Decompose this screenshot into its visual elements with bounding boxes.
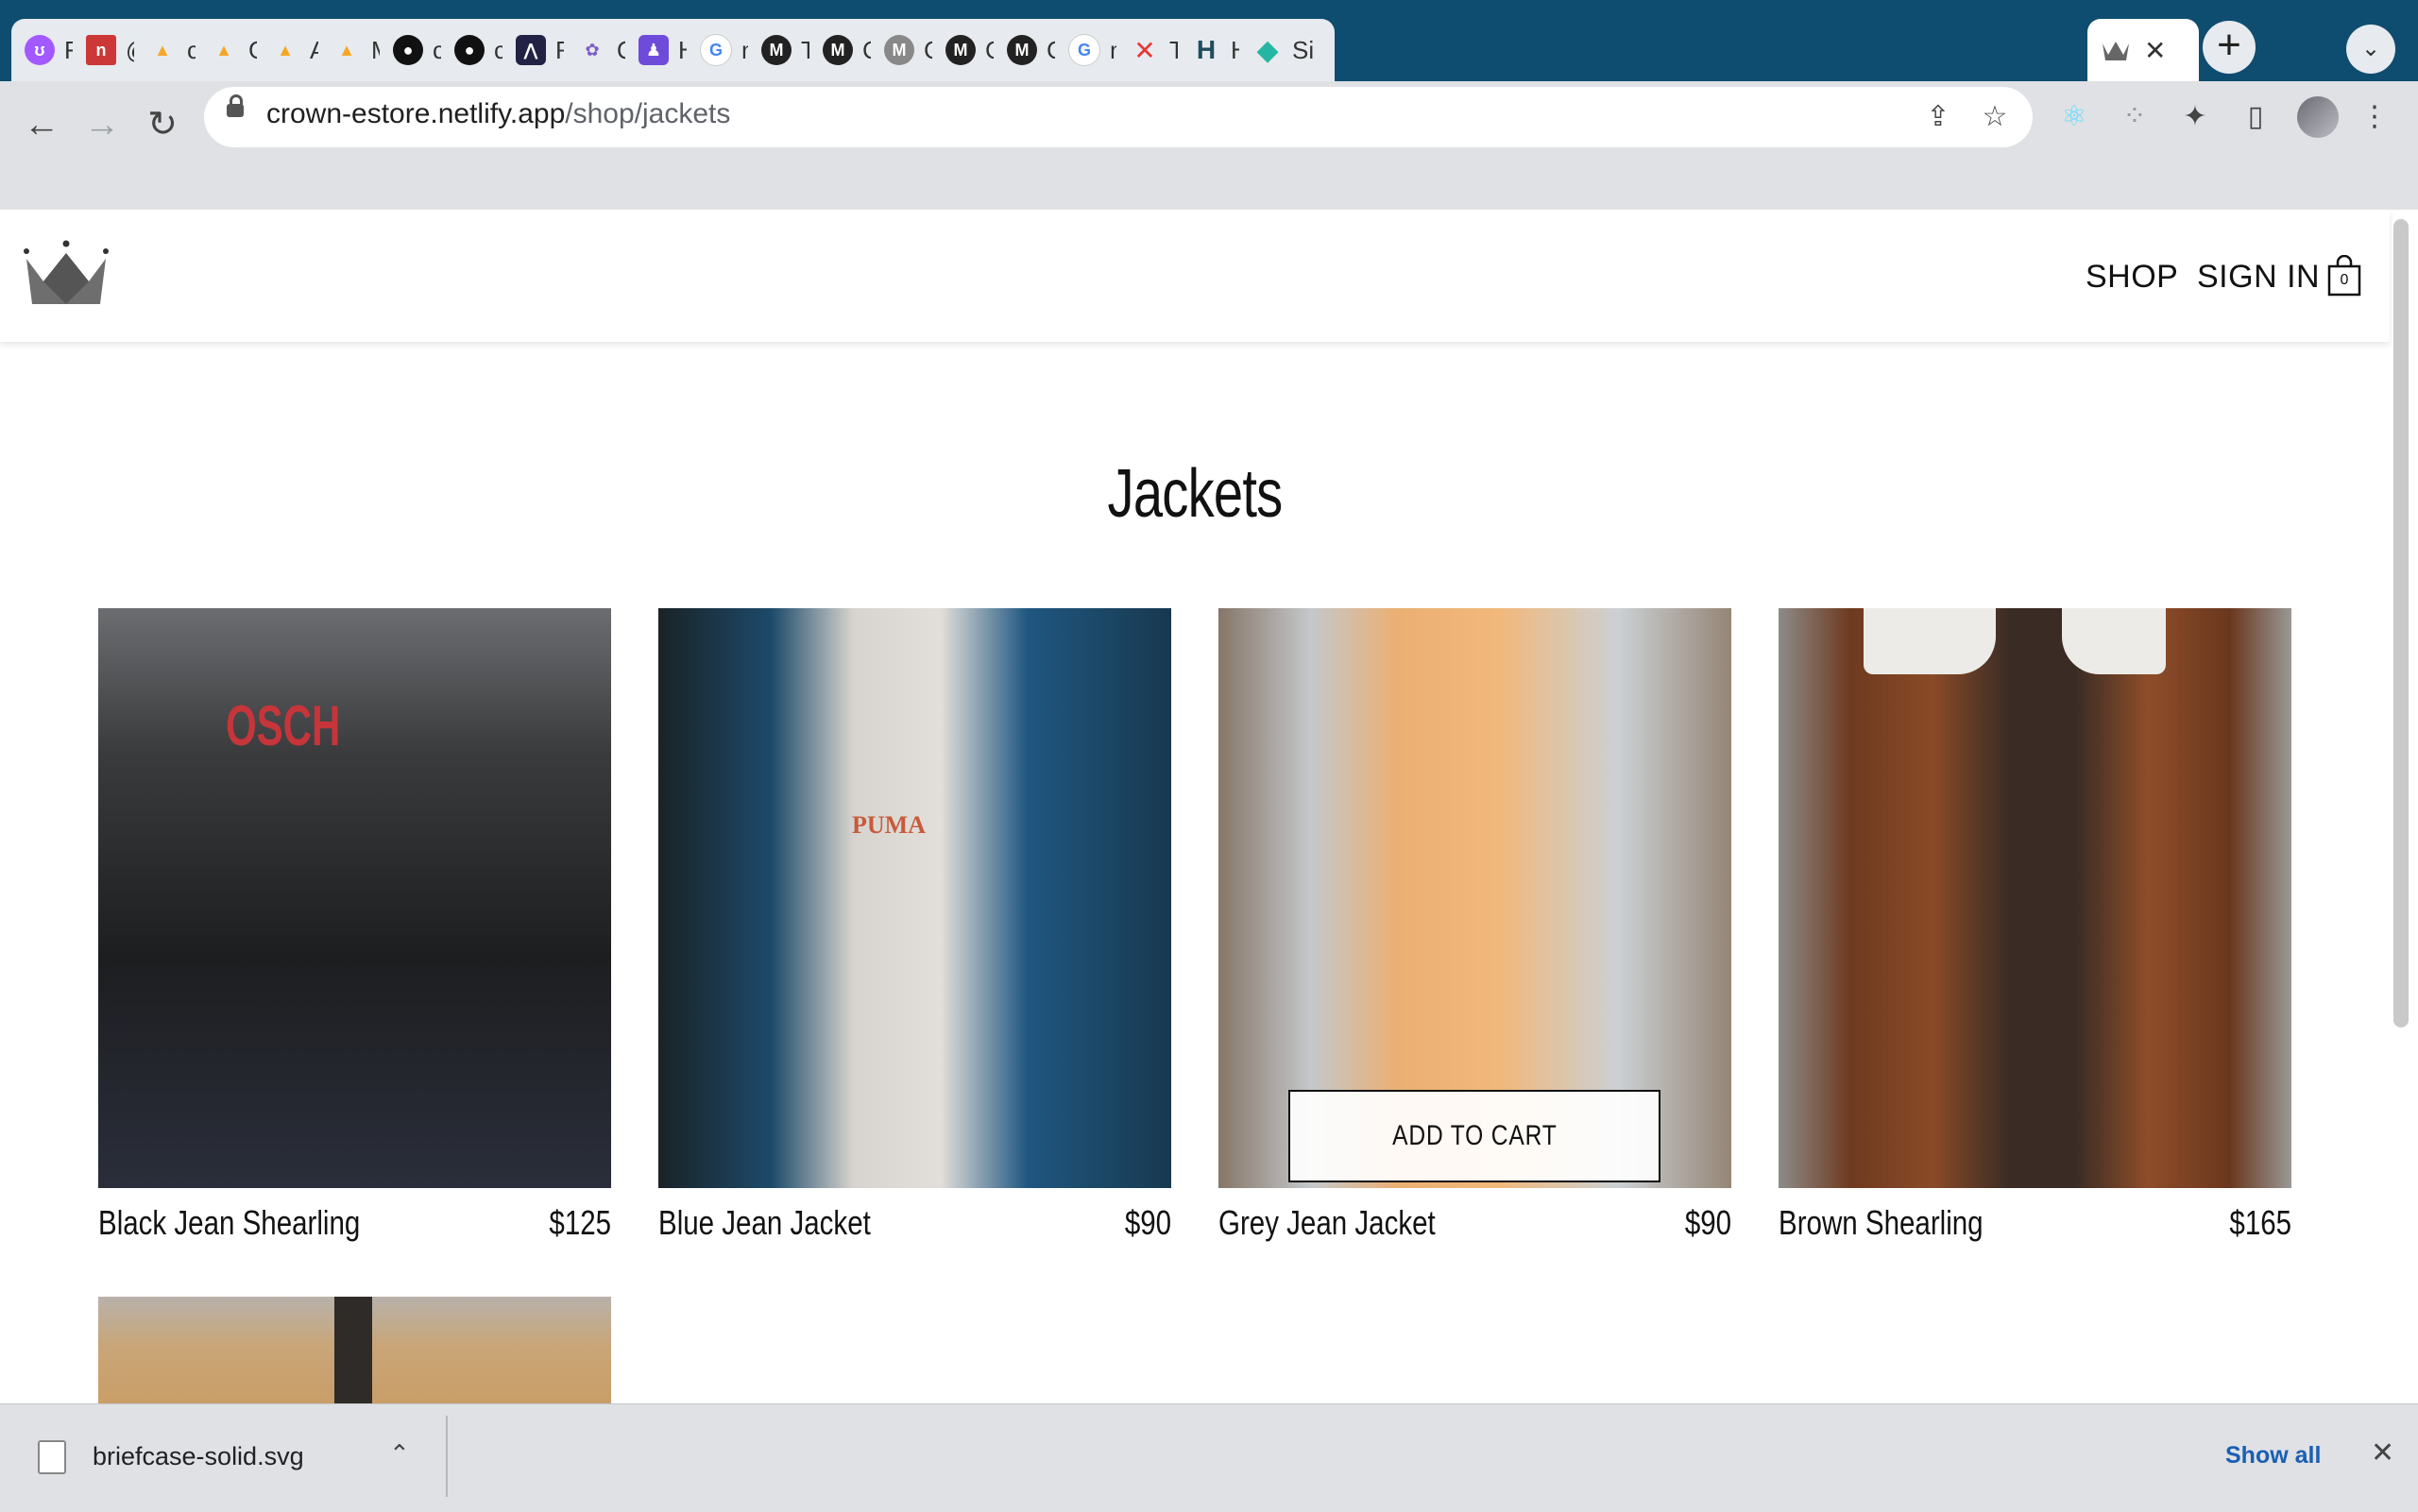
google-icon: G bbox=[700, 34, 732, 66]
menu-dots-icon[interactable]: ⋮ bbox=[2354, 96, 2395, 138]
chevron-up-icon[interactable]: ⌃ bbox=[389, 1435, 417, 1472]
nav-sign-in-link[interactable]: SIGN IN bbox=[2197, 259, 2320, 296]
tab-title: Si bbox=[1292, 35, 1315, 64]
mui-icon: M bbox=[945, 35, 976, 65]
firebase-icon: ▲ bbox=[277, 40, 294, 59]
cart-count: 0 bbox=[2340, 272, 2349, 288]
product-name: Black Jean Shearling bbox=[98, 1203, 361, 1242]
browser-tab-active[interactable]: ✕ bbox=[2087, 19, 2199, 81]
product-image[interactable]: OSCH bbox=[98, 608, 611, 1188]
graphql-icon: ✿ bbox=[585, 40, 600, 59]
netlify-icon: ◆ bbox=[1256, 34, 1279, 66]
new-tab-button[interactable]: + bbox=[2203, 21, 2256, 74]
close-icon[interactable]: ✕ bbox=[2371, 1436, 2397, 1470]
heroku-icon: H bbox=[1196, 35, 1217, 64]
x-brand-icon: ✕ bbox=[1133, 35, 1156, 65]
page-scrollbar[interactable] bbox=[2393, 219, 2409, 1028]
url-text[interactable]: crown-estore.netlify.app/shop/jackets bbox=[266, 98, 730, 130]
add-to-cart-button[interactable]: ADD TO CART bbox=[1288, 1090, 1660, 1182]
lock-icon[interactable] bbox=[227, 94, 244, 117]
product-name: Grey Jean Jacket bbox=[1218, 1203, 1436, 1242]
file-icon[interactable] bbox=[38, 1440, 66, 1474]
puzzle-icon[interactable]: ✦ bbox=[2174, 96, 2216, 138]
npm-icon: n bbox=[86, 35, 116, 65]
tab-strip: ʊ Fig n @r ▲ clc ▲ Ge ▲ Ac ▲ Ma ● cr ● c… bbox=[0, 0, 2418, 81]
extension-icon[interactable]: ⁘ bbox=[2114, 96, 2155, 138]
crown-logo-icon[interactable] bbox=[21, 238, 111, 314]
product-image[interactable] bbox=[1779, 608, 2291, 1188]
product-image[interactable]: PUMA bbox=[658, 608, 1171, 1188]
github-icon: ● bbox=[454, 35, 485, 65]
product-image[interactable] bbox=[98, 1297, 611, 1403]
product-price: $90 bbox=[1684, 1203, 1731, 1242]
mui-icon: M bbox=[884, 35, 914, 65]
crown-favicon-icon bbox=[2101, 35, 2131, 65]
collar-graphic bbox=[1864, 608, 1996, 674]
side-panel-icon[interactable]: ▯ bbox=[2235, 96, 2276, 138]
back-button[interactable]: ← bbox=[17, 100, 66, 149]
firebase-icon: ▲ bbox=[154, 40, 171, 59]
bookmark-star-icon[interactable]: ☆ bbox=[1974, 96, 2016, 138]
site-header: SHOP SIGN IN 0 bbox=[0, 210, 2390, 342]
product-price: $90 bbox=[1124, 1203, 1171, 1242]
mui-icon: M bbox=[1007, 35, 1037, 65]
product-name: Blue Jean Jacket bbox=[658, 1203, 871, 1242]
shopping-bag-icon[interactable]: 0 bbox=[2325, 254, 2363, 297]
product-price: $165 bbox=[2229, 1203, 2291, 1242]
redux-icon: ⋀ bbox=[516, 35, 546, 65]
shirt-print-graphic: OSCH bbox=[226, 694, 341, 757]
share-icon[interactable]: ⇪ bbox=[1917, 96, 1959, 138]
mui-icon: M bbox=[823, 35, 853, 65]
show-all-button[interactable]: Show all bbox=[2225, 1442, 2321, 1470]
shirt-print-graphic: PUMA bbox=[852, 811, 926, 839]
divider bbox=[446, 1416, 448, 1497]
profile-avatar[interactable] bbox=[2297, 96, 2339, 138]
tab-search-button[interactable]: ⌄ bbox=[2346, 25, 2395, 74]
collar-graphic bbox=[2062, 608, 2166, 674]
firebase-icon: ▲ bbox=[215, 40, 232, 59]
figma-icon: ʊ bbox=[25, 35, 55, 65]
page-title: Jackets bbox=[1107, 456, 1284, 532]
browser-toolbar: ← → ↻ crown-estore.netlify.app/shop/jack… bbox=[0, 81, 2418, 210]
firebase-icon: ▲ bbox=[338, 40, 355, 59]
close-tab-icon[interactable]: ✕ bbox=[2144, 35, 2166, 66]
github-icon: ● bbox=[393, 35, 423, 65]
product-name: Brown Shearling bbox=[1779, 1203, 1984, 1242]
hasura-icon: ♟ bbox=[639, 35, 669, 65]
google-icon: G bbox=[1068, 34, 1100, 66]
web-page: SHOP SIGN IN 0 Jackets OSCH Black Jean S… bbox=[0, 210, 2418, 1403]
forward-button[interactable]: → bbox=[77, 100, 127, 149]
mui-icon: M bbox=[761, 35, 792, 65]
nav-shop-link[interactable]: SHOP bbox=[2086, 259, 2178, 296]
react-devtools-icon[interactable]: ⚛ bbox=[2053, 96, 2095, 138]
browser-tab[interactable]: ◆ Si bbox=[1239, 19, 1335, 81]
product-price: $125 bbox=[549, 1203, 611, 1242]
download-bar: briefcase-solid.svg ⌃ Show all ✕ bbox=[0, 1403, 2418, 1512]
reload-button[interactable]: ↻ bbox=[138, 100, 187, 149]
address-bar[interactable]: crown-estore.netlify.app/shop/jackets ⇪ … bbox=[204, 87, 2033, 147]
download-file-name[interactable]: briefcase-solid.svg bbox=[93, 1442, 304, 1471]
